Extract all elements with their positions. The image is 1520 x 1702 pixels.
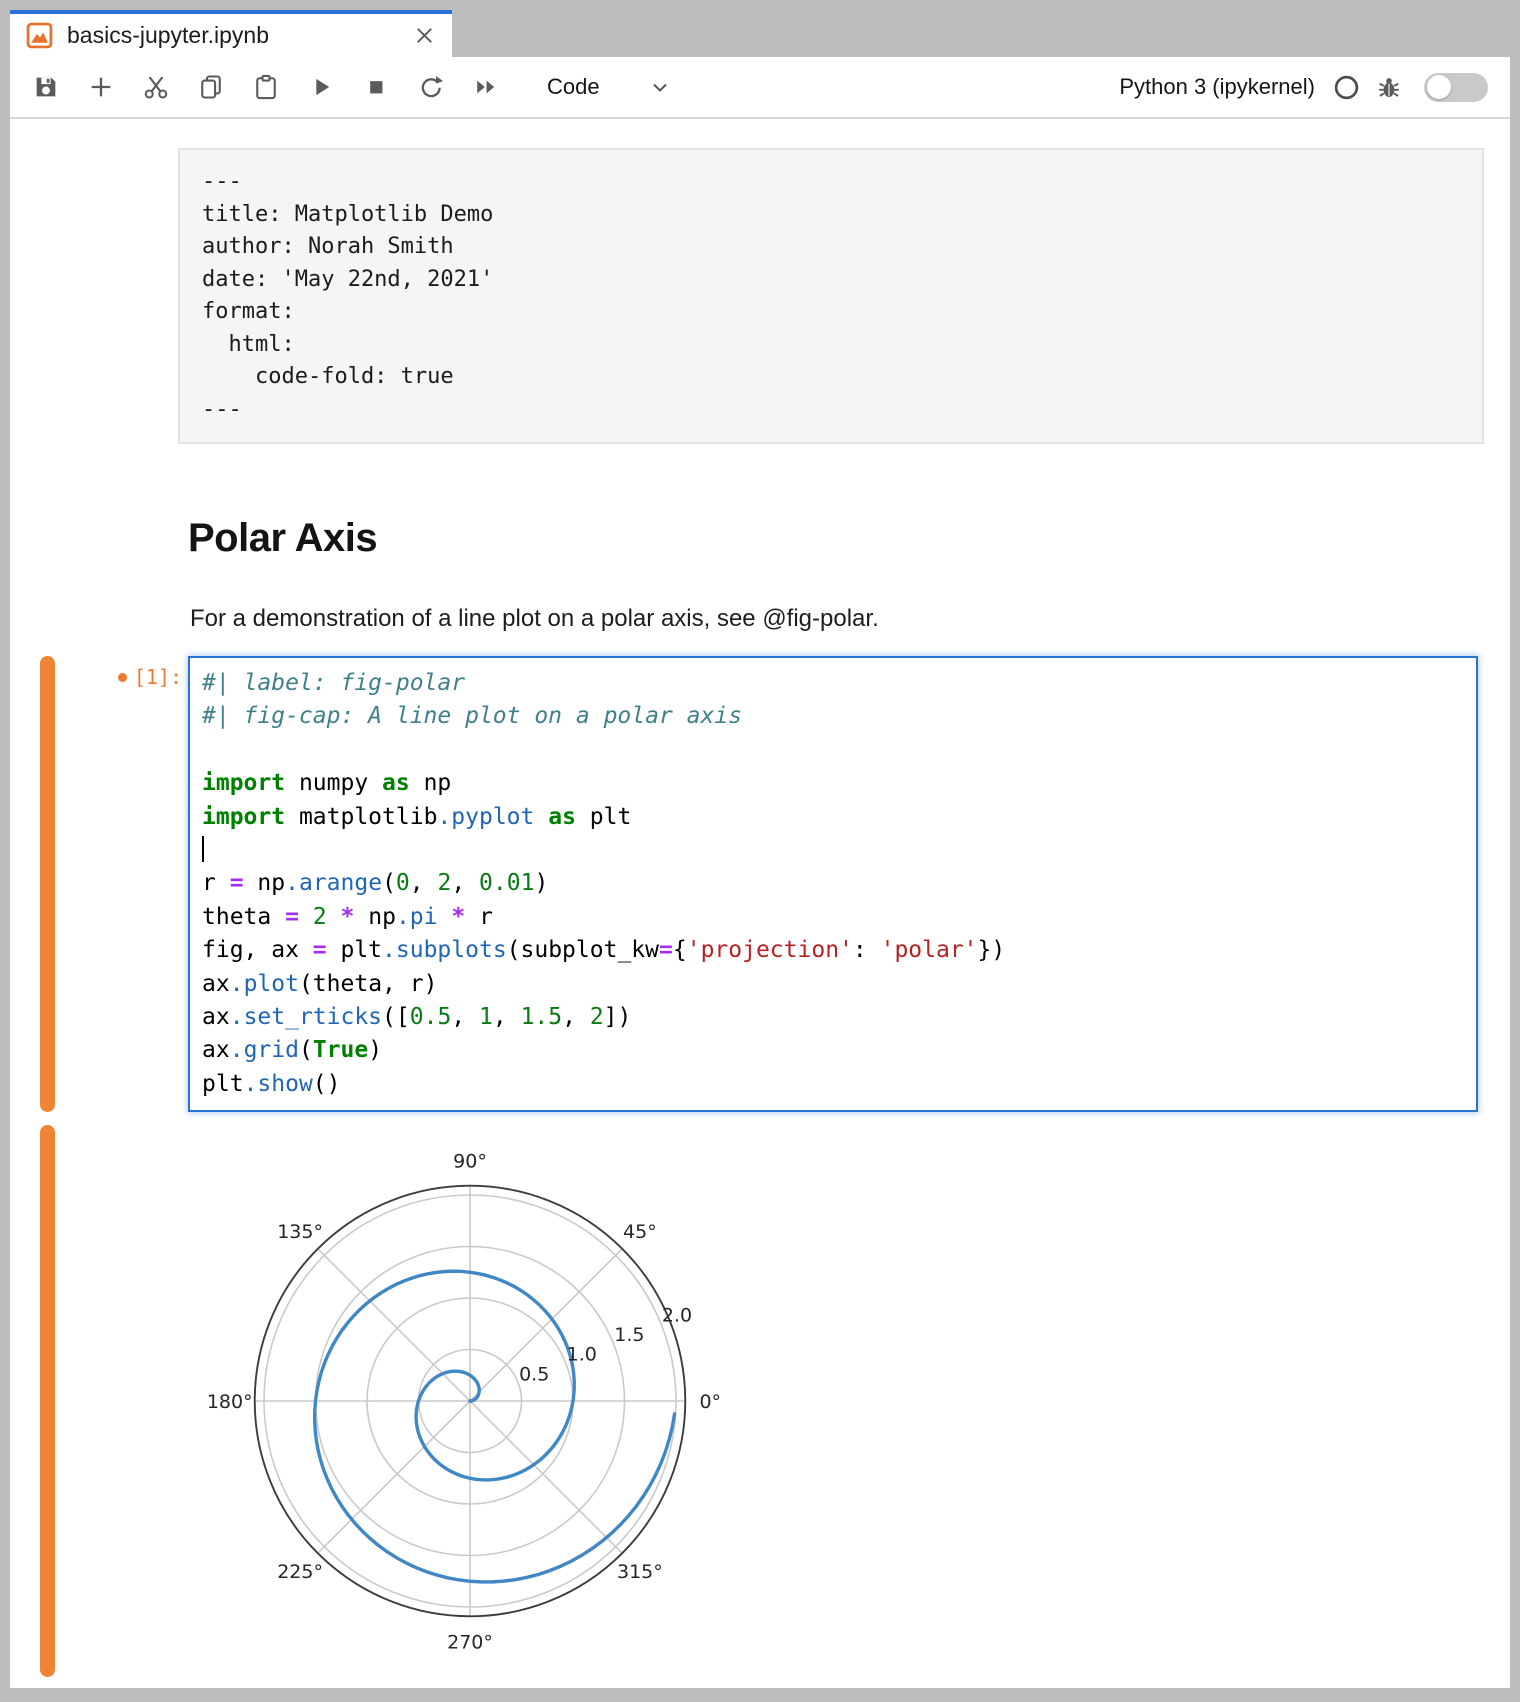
code-line: ax.plot(theta, r)	[202, 968, 1464, 1001]
jupyterlab-window: { "window": { "tab_title": "basics-jupyt…	[0, 0, 1520, 1702]
notebook-file-icon	[26, 22, 53, 49]
paste-cells-button[interactable]	[250, 71, 282, 103]
code-line: ax.set_rticks([0.5, 1, 1.5, 2])	[202, 1001, 1464, 1034]
raw-line: code-fold: true	[202, 361, 1482, 394]
code-line: fig, ax = plt.subplots(subplot_kw={'proj…	[202, 934, 1464, 967]
theta-tick-label: 45°	[623, 1221, 657, 1243]
theta-gridline	[318, 1401, 470, 1553]
r-tick-label: 2.0	[662, 1304, 692, 1326]
r-tick-label: 1.5	[614, 1324, 644, 1346]
theta-gridline	[470, 1401, 622, 1553]
theta-tick-label: 0°	[699, 1391, 721, 1413]
raw-frontmatter-cell[interactable]: ---title: Matplotlib Demoauthor: Norah S…	[178, 148, 1484, 444]
toggle-knob	[1427, 75, 1451, 99]
copy-icon	[197, 73, 225, 101]
execution-bullet-icon	[118, 673, 127, 682]
polar-plot-output: 0° 45° 90° 135° 180° 225° 270° 315° 0.5 1.0 1.5 2.0	[186, 1125, 766, 1681]
save-button[interactable]	[30, 71, 62, 103]
theta-tick-label: 225°	[277, 1561, 323, 1583]
restart-kernel-button[interactable]	[415, 71, 447, 103]
interrupt-kernel-button[interactable]	[360, 71, 392, 103]
execution-prompt: [1]:	[50, 665, 182, 689]
kernel-status-icon	[1333, 74, 1360, 101]
copy-cells-button[interactable]	[195, 71, 227, 103]
code-line: import matplotlib.pyplot as plt	[202, 801, 1464, 834]
raw-line: date: 'May 22nd, 2021'	[202, 264, 1482, 297]
r-tick-label: 1.0	[567, 1344, 597, 1366]
add-cell-icon	[87, 73, 115, 101]
code-line: #| label: fig-polar	[202, 667, 1464, 700]
stop-icon	[362, 73, 390, 101]
close-icon[interactable]	[413, 24, 436, 47]
theta-tick-label: 180°	[207, 1391, 253, 1413]
raw-line: author: Norah Smith	[202, 231, 1482, 264]
tab-bar: basics-jupyter.ipynb	[10, 10, 1510, 57]
insert-cell-button[interactable]	[85, 71, 117, 103]
raw-line: title: Matplotlib Demo	[202, 199, 1482, 232]
kernel-name[interactable]: Python 3 (ipykernel)	[1119, 74, 1315, 100]
code-line: plt.show()	[202, 1068, 1464, 1101]
execution-count: [1]:	[134, 665, 182, 689]
restart-run-all-button[interactable]	[470, 71, 502, 103]
chevron-down-icon[interactable]	[648, 75, 672, 99]
tab-title: basics-jupyter.ipynb	[67, 22, 405, 49]
theta-tick-label: 135°	[277, 1221, 323, 1243]
code-line: import numpy as np	[202, 767, 1464, 800]
output-cell-collapser[interactable]	[40, 1125, 55, 1677]
input-cell-collapser[interactable]	[40, 656, 55, 1112]
theta-tick-label: 270°	[447, 1631, 493, 1653]
paste-icon	[252, 73, 280, 101]
theta-tick-label: 315°	[617, 1561, 663, 1583]
notebook-panel: ---title: Matplotlib Demoauthor: Norah S…	[10, 119, 1510, 1688]
code-line	[202, 834, 1464, 867]
run-icon	[307, 73, 335, 101]
raw-line: ---	[202, 394, 1482, 427]
section-heading: Polar Axis	[188, 516, 377, 561]
markdown-paragraph: For a demonstration of a line plot on a …	[190, 605, 879, 633]
r-tick-label: 0.5	[519, 1363, 549, 1385]
code-line: #| fig-cap: A line plot on a polar axis	[202, 700, 1464, 733]
cell-type-dropdown[interactable]: Code	[547, 74, 600, 100]
text-cursor	[202, 836, 204, 862]
code-line: r = np.arange(0, 2, 0.01)	[202, 867, 1464, 900]
run-cell-button[interactable]	[305, 71, 337, 103]
restart-kernel-icon	[417, 73, 445, 101]
raw-line: ---	[202, 166, 1482, 199]
cut-icon	[142, 73, 170, 101]
save-icon	[32, 73, 60, 101]
bug-icon[interactable]	[1376, 74, 1402, 100]
code-line: ax.grid(True)	[202, 1034, 1464, 1067]
code-line: theta = 2 * np.pi * r	[202, 901, 1464, 934]
raw-line: format:	[202, 296, 1482, 329]
tab-basics-jupyter[interactable]: basics-jupyter.ipynb	[10, 10, 452, 57]
cut-cells-button[interactable]	[140, 71, 172, 103]
code-line	[202, 734, 1464, 767]
run-all-icon	[472, 73, 500, 101]
toggle-switch[interactable]	[1424, 73, 1488, 102]
raw-line: html:	[202, 329, 1482, 362]
notebook-toolbar: Code Python 3 (ipykernel)	[10, 57, 1510, 119]
theta-tick-label: 90°	[453, 1151, 487, 1173]
code-editor[interactable]: #| label: fig-polar#| fig-cap: A line pl…	[188, 656, 1478, 1112]
